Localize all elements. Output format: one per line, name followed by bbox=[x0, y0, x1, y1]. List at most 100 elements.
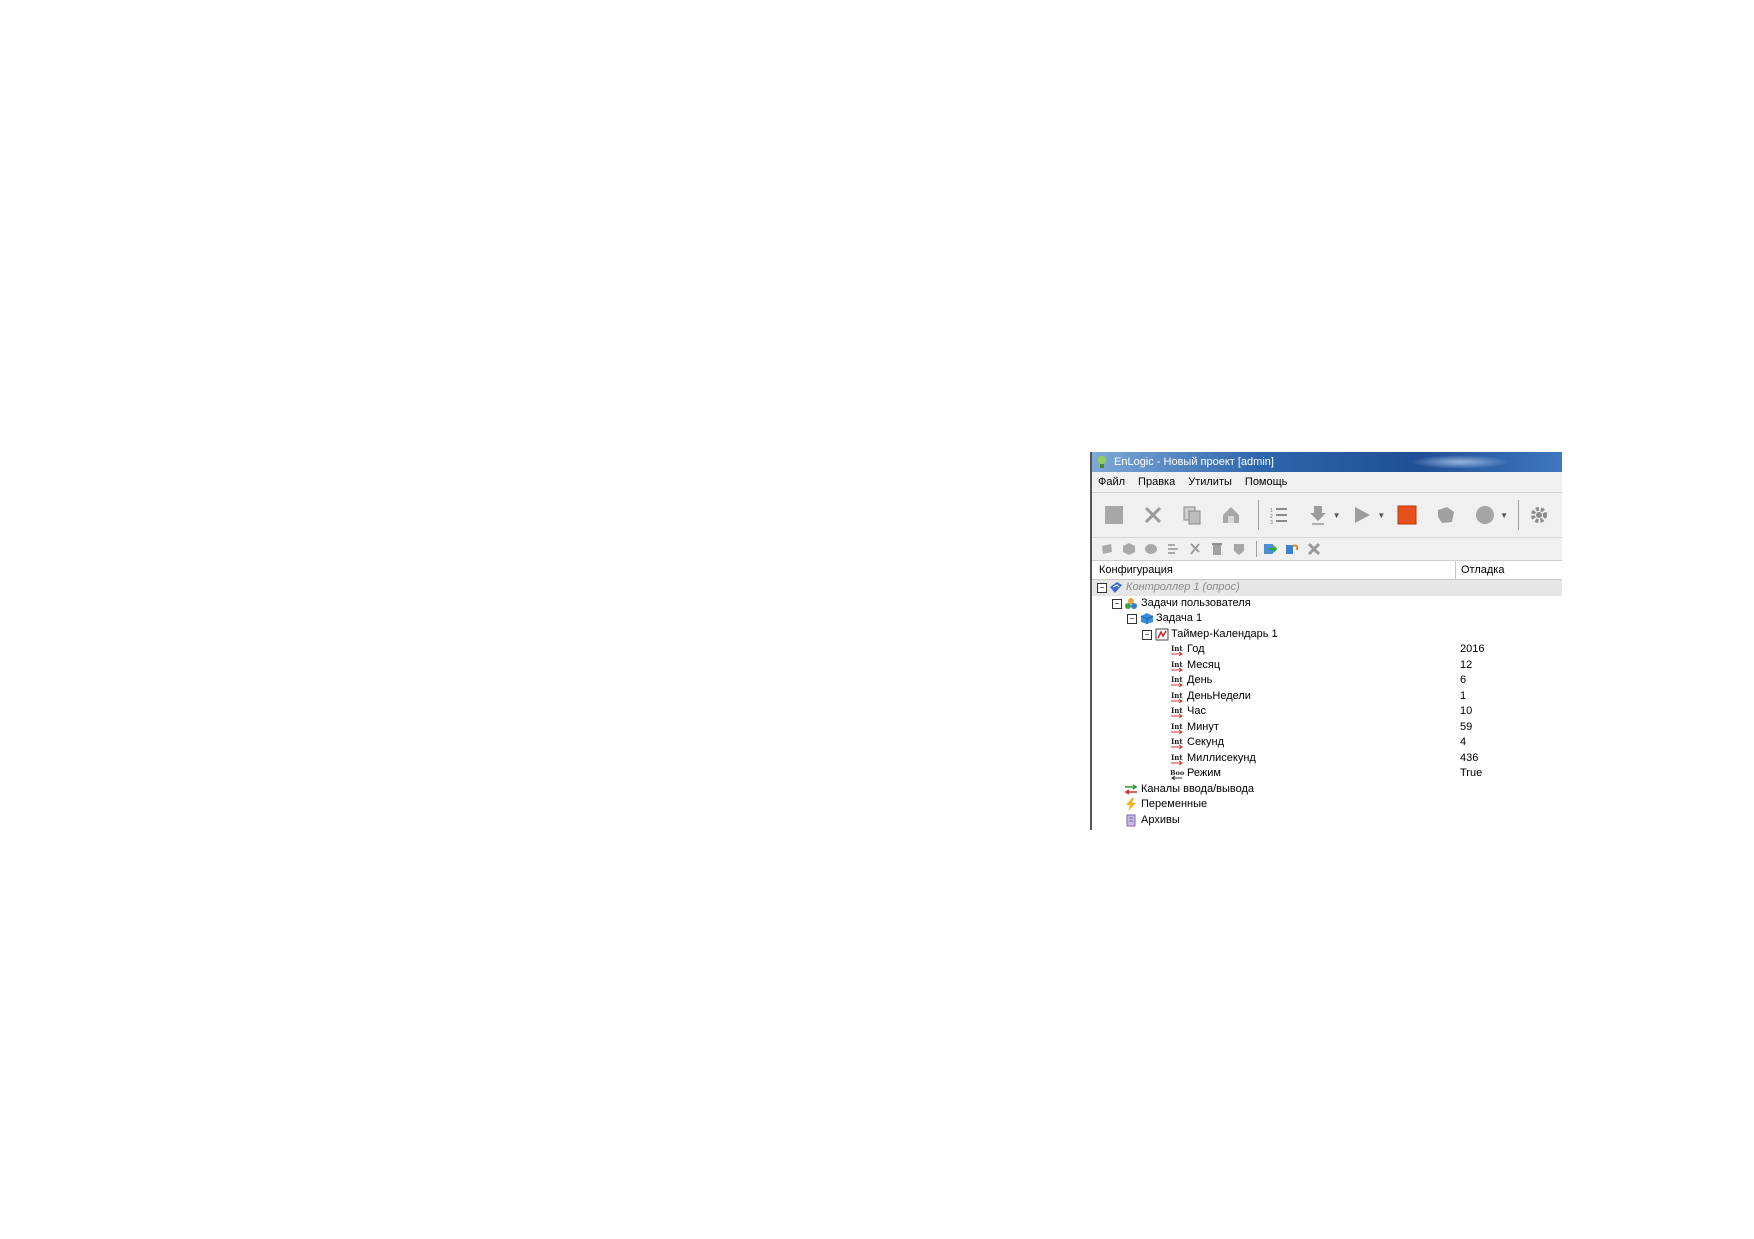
refresh-button[interactable] bbox=[1261, 540, 1279, 558]
copy-button[interactable] bbox=[1176, 499, 1208, 531]
param-name: ДеньНедели bbox=[1187, 689, 1251, 702]
shapes-icon bbox=[1438, 507, 1455, 523]
tree-row-variables[interactable]: Переменные bbox=[1092, 797, 1562, 813]
swap-button[interactable] bbox=[1283, 540, 1301, 558]
menu-bar: Файл Правка Утилиты Помощь bbox=[1092, 472, 1562, 493]
param-name: Месяц bbox=[1187, 658, 1221, 671]
param-value: 59 bbox=[1460, 720, 1473, 733]
tree-row-param[interactable]: Int Миллисекунд 436 bbox=[1092, 751, 1562, 767]
collapse-icon[interactable]: − bbox=[1112, 598, 1122, 609]
tree-row-param[interactable]: Bool Режим True bbox=[1092, 766, 1562, 782]
svg-text:Int: Int bbox=[1171, 644, 1183, 653]
param-value: 6 bbox=[1460, 674, 1467, 686]
cut-button[interactable] bbox=[1137, 499, 1169, 531]
svg-text:Int: Int bbox=[1171, 660, 1183, 669]
tree-label-io-channels: Каналы ввода/вывода bbox=[1141, 782, 1255, 795]
collapse-icon[interactable]: − bbox=[1097, 583, 1107, 593]
tree-row-param[interactable]: Int Секунд 4 bbox=[1092, 735, 1562, 751]
toolbar-separator bbox=[1518, 500, 1520, 530]
stop-red-icon bbox=[1397, 505, 1417, 525]
column-config[interactable]: Конфигурация bbox=[1092, 561, 1456, 579]
add-input-button[interactable] bbox=[1164, 540, 1182, 558]
stop-red-button[interactable] bbox=[1391, 499, 1423, 531]
column-debug[interactable]: Отладка bbox=[1456, 561, 1562, 579]
menu-file[interactable]: Файл bbox=[1098, 476, 1125, 488]
tree-row-param[interactable]: Int ДеньНедели 1 bbox=[1092, 689, 1562, 705]
collapse-icon[interactable]: − bbox=[1142, 629, 1152, 640]
delete-button[interactable] bbox=[1208, 540, 1226, 558]
tree-label-variables: Переменные bbox=[1141, 798, 1208, 810]
download-icon bbox=[1309, 506, 1326, 525]
circle-dropdown-icon[interactable]: ▼ bbox=[1500, 511, 1508, 520]
int-output-icon: Int bbox=[1171, 737, 1183, 749]
svg-text:Int: Int bbox=[1171, 691, 1183, 700]
tree-row-user-tasks[interactable]: − Задачи пользователя bbox=[1092, 596, 1562, 612]
download-dropdown-icon[interactable]: ▼ bbox=[1333, 511, 1341, 520]
pin-icon bbox=[1190, 543, 1200, 555]
stop-icon bbox=[1104, 506, 1123, 524]
tree-row-param[interactable]: Int Месяц 12 bbox=[1092, 658, 1562, 674]
menu-edit[interactable]: Правка bbox=[1138, 476, 1175, 488]
tree-label-controller: Контроллер 1 (опрос) bbox=[1126, 581, 1240, 593]
tree-row-io-channels[interactable]: Каналы ввода/вывода bbox=[1092, 782, 1562, 798]
tree-row-param[interactable]: Int Год 2016 bbox=[1092, 642, 1562, 658]
pin-button[interactable] bbox=[1186, 540, 1204, 558]
param-value: 1 bbox=[1460, 689, 1467, 702]
collapse-icon[interactable]: − bbox=[1127, 614, 1137, 624]
secondary-toolbar bbox=[1092, 538, 1562, 561]
int-output-icon: Int bbox=[1171, 644, 1183, 656]
param-value: 12 bbox=[1460, 658, 1473, 671]
refresh-green-icon bbox=[1264, 544, 1277, 554]
list-button[interactable]: 123 bbox=[1263, 499, 1295, 531]
config-tree: − Контроллер 1 (опрос) − Задачи пользова… bbox=[1092, 580, 1562, 828]
add-task-button[interactable] bbox=[1120, 540, 1138, 558]
tree-label-task: Задача 1 bbox=[1156, 612, 1203, 624]
run-button[interactable] bbox=[1346, 499, 1378, 531]
archive-icon bbox=[1126, 814, 1136, 826]
controller-icon bbox=[1110, 582, 1122, 593]
param-name: Минут bbox=[1187, 720, 1219, 733]
tree-row-controller[interactable]: − Контроллер 1 (опрос) bbox=[1092, 580, 1562, 596]
circle-icon bbox=[1476, 506, 1495, 524]
svg-text:Bool: Bool bbox=[1170, 769, 1184, 777]
paste-button[interactable] bbox=[1215, 499, 1247, 531]
tree-header: Конфигурация Отладка bbox=[1092, 561, 1562, 580]
param-name: День bbox=[1187, 674, 1213, 686]
run-dropdown-icon[interactable]: ▼ bbox=[1377, 511, 1385, 520]
tree-row-param[interactable]: Int Минут 59 bbox=[1092, 720, 1562, 736]
stop-button[interactable] bbox=[1098, 499, 1130, 531]
add-controller-button[interactable] bbox=[1098, 540, 1116, 558]
add-block-button[interactable] bbox=[1142, 540, 1160, 558]
swap-icon bbox=[1286, 544, 1299, 554]
tree-row-task[interactable]: − Задача 1 bbox=[1092, 611, 1562, 627]
param-name: Секунд bbox=[1187, 736, 1224, 748]
paste-icon bbox=[1222, 507, 1239, 523]
svg-text:Int: Int bbox=[1171, 706, 1183, 715]
clear-button[interactable] bbox=[1305, 540, 1323, 558]
lightning-icon bbox=[1126, 798, 1136, 811]
tree-row-param[interactable]: Int День 6 bbox=[1092, 673, 1562, 689]
settings-button[interactable] bbox=[1523, 499, 1555, 531]
svg-text:3: 3 bbox=[1270, 520, 1273, 526]
tree-row-param[interactable]: Int Час 10 bbox=[1092, 704, 1562, 720]
bool-output-icon: Bool bbox=[1170, 769, 1184, 780]
copy-icon bbox=[1183, 506, 1201, 525]
param-name: Миллисекунд bbox=[1187, 751, 1256, 764]
tree-label-user-tasks: Задачи пользователя bbox=[1141, 596, 1251, 609]
gear-icon bbox=[1530, 507, 1547, 523]
download-button[interactable] bbox=[1302, 499, 1334, 531]
circle-button[interactable] bbox=[1469, 499, 1501, 531]
run-icon bbox=[1355, 507, 1371, 523]
tree-row-timer[interactable]: − Таймер-Календарь 1 bbox=[1092, 627, 1562, 643]
param-value: 436 bbox=[1460, 751, 1479, 764]
app-logo-icon bbox=[1098, 456, 1106, 468]
save-button[interactable] bbox=[1230, 540, 1248, 558]
title-glow bbox=[1410, 455, 1510, 469]
svg-text:Int: Int bbox=[1171, 675, 1183, 684]
tree-row-archives[interactable]: Архивы bbox=[1092, 813, 1562, 829]
menu-utilities[interactable]: Утилиты bbox=[1188, 476, 1232, 488]
shapes-button[interactable] bbox=[1430, 499, 1462, 531]
controller-add-icon bbox=[1102, 544, 1112, 554]
menu-help[interactable]: Помощь bbox=[1245, 476, 1288, 488]
timer-calendar-icon bbox=[1155, 628, 1169, 640]
